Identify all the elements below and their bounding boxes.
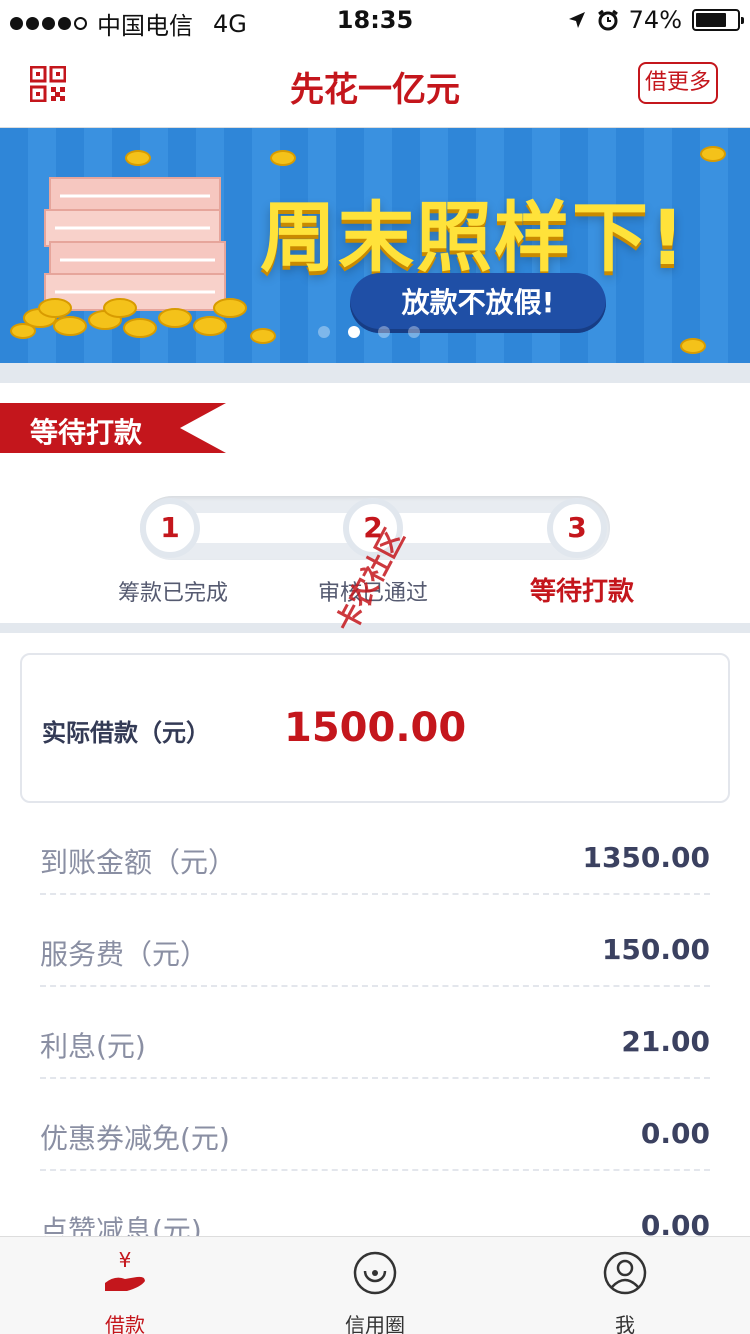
page-dot[interactable] (378, 326, 390, 338)
page-dot-active[interactable] (348, 326, 360, 338)
status-bar: 中国电信 4G 18:35 74% (0, 0, 750, 40)
page-dot[interactable] (318, 326, 330, 338)
borrow-more-button[interactable]: 借更多 (638, 62, 718, 104)
status-label: 等待打款 (30, 416, 143, 449)
detail-row: 优惠券减免(元) 0.00 (40, 1079, 710, 1171)
nav-bar: 先花一亿元 借更多 (0, 40, 750, 128)
tab-label: 借款 (105, 1313, 145, 1334)
tab-me[interactable]: 我 (500, 1237, 750, 1334)
detail-row: 利息(元) 21.00 (40, 987, 710, 1079)
coin-decoration (270, 150, 296, 166)
banner-subtitle: 放款不放假! (350, 273, 606, 333)
money-stack-illustration (23, 177, 247, 338)
credit-circle-icon (353, 1251, 397, 1295)
coin-decoration (125, 150, 151, 166)
step-3-label: 等待打款 (529, 577, 634, 607)
detail-row: 到账金额（元） 1350.00 (40, 803, 710, 895)
hand-yuan-icon: ¥ (105, 1249, 145, 1291)
coin-decoration (10, 323, 36, 339)
step-3-circle: 3 (547, 498, 607, 558)
promo-banner[interactable]: 周末照样下! 放款不放假! (0, 128, 750, 363)
section-divider (0, 623, 750, 633)
location-arrow-icon (568, 12, 585, 28)
banner-pagination (318, 326, 420, 338)
coin-decoration (680, 338, 706, 354)
svg-text:¥: ¥ (119, 1249, 132, 1272)
tab-label: 信用圈 (345, 1313, 405, 1334)
section-divider (0, 363, 750, 383)
user-icon (603, 1251, 647, 1295)
detail-label: 利息(元) (40, 1030, 146, 1063)
detail-row: 服务费（元） 150.00 (40, 895, 710, 987)
status-flag: 等待打款 (0, 403, 226, 453)
actual-loan-label: 实际借款（元） (42, 719, 210, 747)
actual-loan-card: 实际借款（元） 1500.00 (20, 653, 730, 803)
step-1-circle: 1 (140, 498, 200, 558)
coin-decoration (250, 328, 276, 344)
tab-bar: ¥ 借款 信用圈 我 (0, 1236, 750, 1334)
detail-label: 服务费（元） (40, 938, 209, 971)
detail-value: 0.00 (640, 1117, 710, 1150)
tab-credit-circle[interactable]: 信用圈 (250, 1237, 500, 1334)
detail-label: 优惠券减免(元) (40, 1122, 230, 1155)
tab-borrow[interactable]: ¥ 借款 (0, 1237, 250, 1334)
step-1-label: 筹款已完成 (117, 581, 228, 606)
alarm-icon (597, 9, 618, 31)
battery-percent: 74% (628, 6, 682, 34)
detail-value: 21.00 (621, 1025, 710, 1058)
coin-decoration (700, 146, 726, 162)
detail-value: 150.00 (601, 933, 710, 966)
detail-label: 到账金额（元） (40, 846, 237, 879)
actual-loan-value: 1500.00 (284, 705, 467, 751)
banner-headline: 周末照样下! (260, 193, 687, 282)
page-dot[interactable] (408, 326, 420, 338)
battery-icon (692, 9, 744, 31)
detail-value: 1350.00 (582, 841, 710, 874)
tab-label: 我 (615, 1313, 635, 1334)
